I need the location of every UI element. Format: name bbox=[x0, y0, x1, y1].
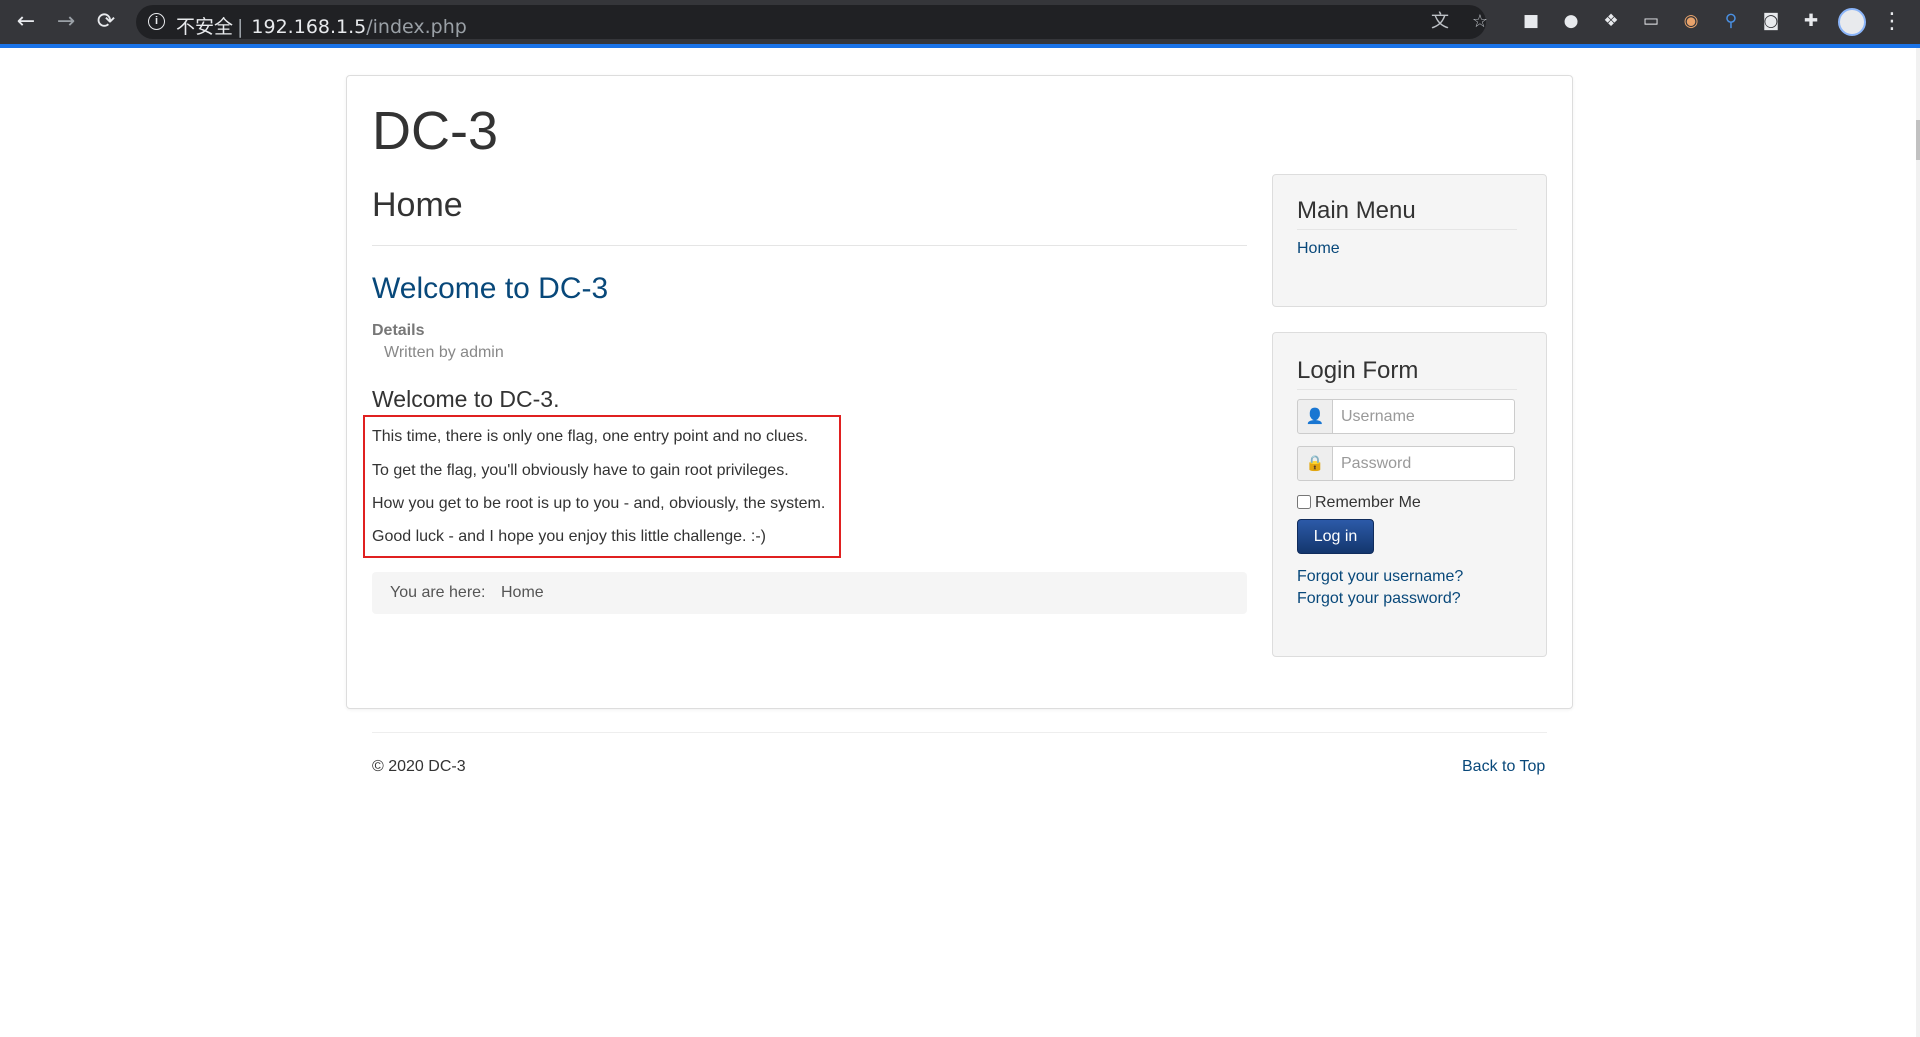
forgot-username-link[interactable]: Forgot your username? bbox=[1297, 568, 1463, 586]
password-group: 🔒 bbox=[1297, 446, 1515, 481]
browser-menu-icon[interactable]: ⋮ bbox=[1878, 8, 1906, 36]
remember-me[interactable]: Remember Me bbox=[1297, 494, 1421, 512]
main-menu-divider bbox=[1297, 229, 1517, 230]
page-scrollbar[interactable] bbox=[1916, 48, 1920, 1037]
author-line: Written by admin bbox=[384, 344, 504, 361]
extensions-puzzle-icon[interactable]: ✚ bbox=[1801, 11, 1821, 31]
back-icon[interactable]: ← bbox=[12, 8, 40, 36]
remember-me-label: Remember Me bbox=[1315, 494, 1421, 511]
extension-glasses-icon[interactable]: ◙ bbox=[1761, 11, 1781, 31]
article-line-1: This time, there is only one flag, one e… bbox=[372, 428, 808, 445]
remember-me-checkbox[interactable] bbox=[1297, 495, 1311, 509]
user-icon: 👤 bbox=[1297, 399, 1333, 434]
login-form-title: Login Form bbox=[1297, 357, 1419, 384]
username-input[interactable] bbox=[1332, 399, 1515, 434]
security-label: 不安全 bbox=[176, 16, 234, 38]
reload-icon[interactable]: ⟳ bbox=[92, 8, 120, 36]
browser-toolbar: ← → ⟳ i 不安全 | 192.168.1.5/index.php 文 ☆ ■ … bbox=[0, 0, 1920, 44]
article-title-link[interactable]: Welcome to DC-3 bbox=[372, 272, 608, 306]
main-menu-title: Main Menu bbox=[1297, 197, 1416, 224]
extension-cluster-icon[interactable]: ❖ bbox=[1601, 11, 1621, 31]
extension-cookie-icon[interactable]: ◉ bbox=[1681, 11, 1701, 31]
back-to-top-link[interactable]: Back to Top bbox=[1462, 758, 1545, 776]
url-path: /index.php bbox=[366, 16, 467, 38]
breadcrumb: You are here: Home bbox=[372, 572, 1247, 614]
lock-icon: 🔒 bbox=[1297, 446, 1333, 481]
breadcrumb-item-home: Home bbox=[501, 584, 544, 601]
url-separator: | bbox=[237, 16, 244, 38]
menu-item-home[interactable]: Home bbox=[1297, 240, 1340, 258]
footer-copyright: © 2020 DC-3 bbox=[372, 758, 466, 775]
url-text[interactable]: 不安全 | 192.168.1.5/index.php bbox=[176, 12, 467, 39]
extension-monitor-icon[interactable]: ▭ bbox=[1641, 11, 1661, 31]
login-form-divider bbox=[1297, 389, 1517, 390]
login-form-module: Login Form 👤 🔒 Remember Me Log in Forgot… bbox=[1272, 332, 1547, 657]
toolbar-accent-line bbox=[0, 44, 1920, 48]
article-line-4: Good luck - and I hope you enjoy this li… bbox=[372, 528, 766, 545]
article-line-3: How you get to be root is up to you - an… bbox=[372, 495, 826, 512]
password-input[interactable] bbox=[1332, 446, 1515, 481]
main-menu-module: Main Menu Home bbox=[1272, 174, 1547, 307]
forgot-password-link[interactable]: Forgot your password? bbox=[1297, 590, 1461, 608]
page-heading: Home bbox=[372, 186, 463, 224]
scrollbar-thumb[interactable] bbox=[1916, 120, 1920, 160]
username-group: 👤 bbox=[1297, 399, 1515, 434]
forward-icon[interactable]: → bbox=[52, 8, 80, 36]
heading-divider bbox=[372, 245, 1247, 246]
url-host: 192.168.1.5 bbox=[251, 16, 367, 38]
translate-icon[interactable]: 文 bbox=[1430, 12, 1450, 32]
extension-circle-icon[interactable]: ● bbox=[1561, 11, 1581, 31]
site-title[interactable]: DC-3 bbox=[372, 100, 498, 162]
extension-pin-icon[interactable]: ⚲ bbox=[1721, 11, 1741, 31]
bookmark-star-icon[interactable]: ☆ bbox=[1470, 12, 1490, 32]
article-subheading: Welcome to DC-3. bbox=[372, 386, 560, 412]
extension-square-icon[interactable]: ■ bbox=[1521, 11, 1541, 31]
details-label: Details bbox=[372, 322, 425, 339]
profile-avatar[interactable] bbox=[1838, 8, 1866, 36]
info-icon[interactable]: i bbox=[148, 13, 165, 30]
breadcrumb-label: You are here: bbox=[390, 584, 486, 601]
footer-divider bbox=[372, 732, 1547, 733]
article-line-2: To get the flag, you'll obviously have t… bbox=[372, 462, 789, 479]
login-button[interactable]: Log in bbox=[1297, 519, 1374, 554]
address-bar[interactable]: i 不安全 | 192.168.1.5/index.php 文 ☆ bbox=[136, 5, 1488, 39]
